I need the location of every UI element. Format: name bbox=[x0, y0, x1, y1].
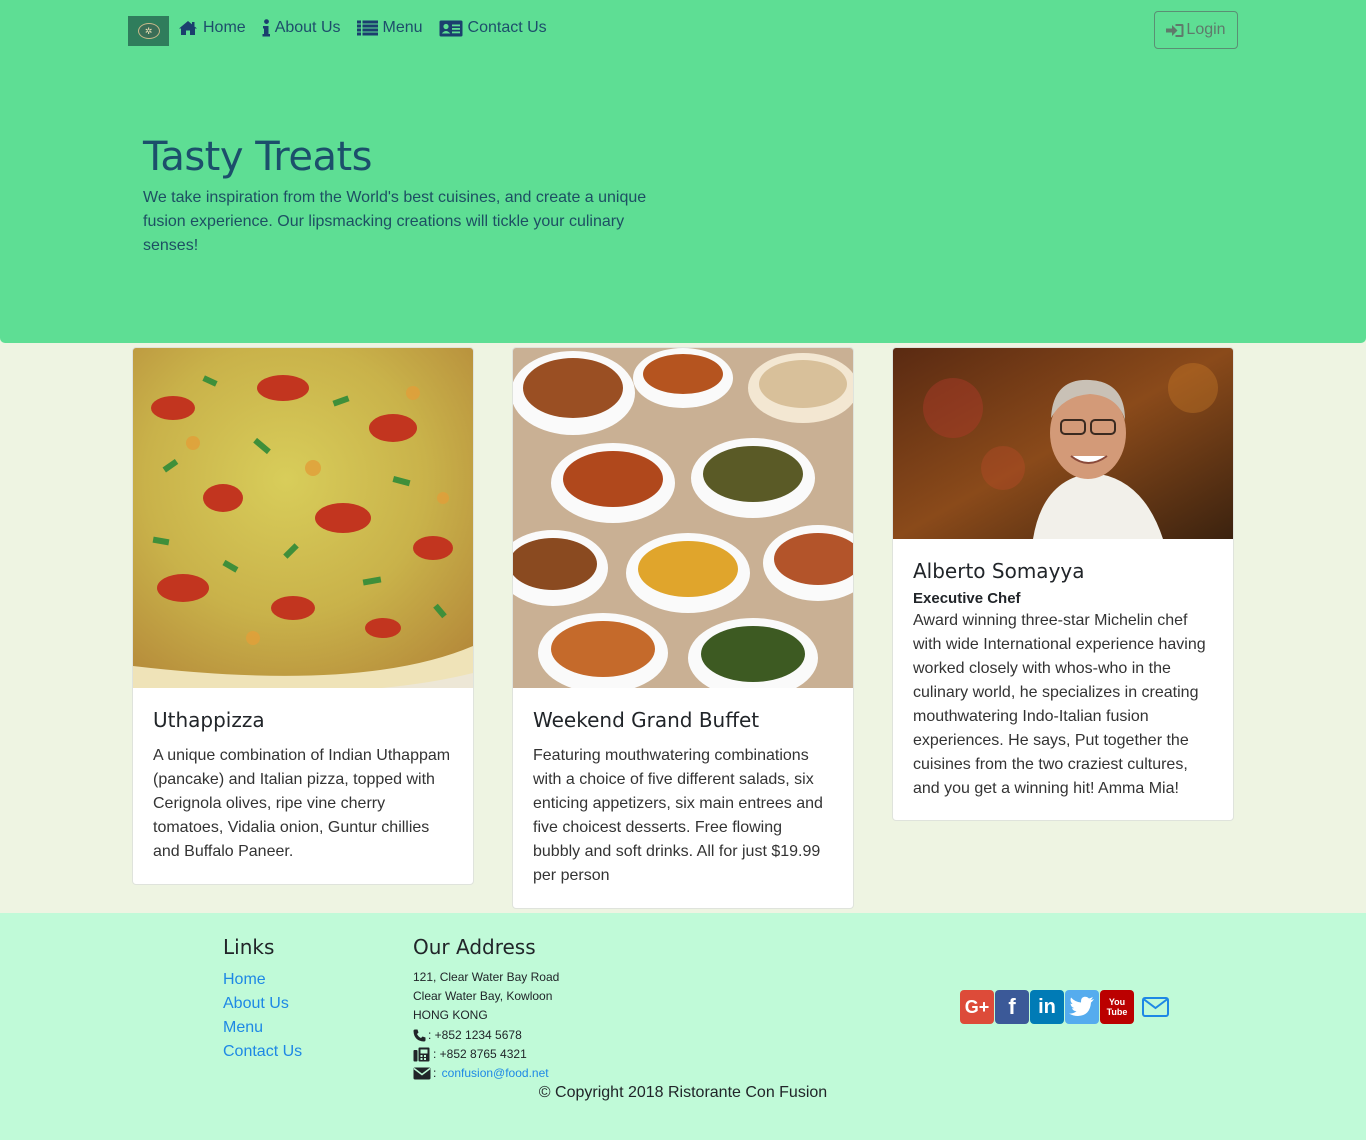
nav-item-label: Contact Us bbox=[467, 19, 547, 36]
fax-row: : +852 8765 4321 bbox=[413, 1045, 559, 1064]
buffet-photo bbox=[513, 348, 853, 688]
address-line: 121, Clear Water Bay Road bbox=[413, 970, 560, 984]
social-links: G+ f in You Tube bbox=[960, 990, 1175, 1024]
footer-address: Our Address 121, Clear Water Bay Road Cl… bbox=[413, 935, 559, 1083]
dish-card-uthappizza: Uthappizza A unique combination of India… bbox=[132, 347, 474, 885]
google-plus-icon[interactable]: G+ bbox=[960, 990, 994, 1024]
card-description: Award winning three-star Michelin chef w… bbox=[913, 612, 1206, 797]
card-description: A unique combination of Indian Uthappam … bbox=[153, 747, 451, 860]
chef-photo bbox=[893, 348, 1233, 539]
navbar: ✲ Home About Us Menu Contact Us Login bbox=[0, 0, 1366, 60]
address-heading: Our Address bbox=[413, 935, 536, 959]
phone-icon bbox=[413, 1029, 426, 1042]
twitter-icon[interactable] bbox=[1065, 990, 1099, 1024]
card-body: Uthappizza A unique combination of India… bbox=[133, 688, 473, 884]
envelope-icon bbox=[413, 1067, 431, 1080]
nav-item-contact-us[interactable]: Contact Us bbox=[439, 19, 547, 37]
card-title: Uthappizza bbox=[153, 708, 265, 732]
login-button[interactable]: Login bbox=[1154, 11, 1238, 49]
email-link[interactable]: confusion@food.net bbox=[442, 1064, 549, 1083]
mail-icon[interactable] bbox=[1135, 990, 1175, 1024]
card-description: Featuring mouthwatering combinations wit… bbox=[533, 747, 823, 884]
footer-link-about-us[interactable]: About Us bbox=[223, 992, 302, 1016]
footer-links: Links Home About Us Menu Contact Us bbox=[223, 935, 302, 1064]
chef-card: Alberto Somayya Executive Chef Award win… bbox=[892, 347, 1234, 821]
dish-card-buffet: Weekend Grand Buffet Featuring mouthwate… bbox=[512, 347, 854, 909]
sign-in-icon bbox=[1166, 23, 1184, 38]
list-icon bbox=[356, 20, 378, 36]
nav-item-label: Menu bbox=[382, 19, 423, 36]
youtube-icon[interactable]: You Tube bbox=[1100, 990, 1134, 1024]
uthappizza-photo bbox=[133, 348, 473, 688]
home-icon bbox=[178, 20, 198, 36]
address-line: Clear Water Bay, Kowloon bbox=[413, 989, 553, 1004]
address-card-icon bbox=[439, 20, 463, 37]
facebook-icon[interactable]: f bbox=[995, 990, 1029, 1024]
login-label: Login bbox=[1186, 21, 1226, 38]
address-block: 121, Clear Water Bay Road Clear Water Ba… bbox=[413, 968, 559, 1083]
restaurant-logo[interactable]: ✲ bbox=[128, 16, 169, 46]
card-body: Weekend Grand Buffet Featuring mouthwate… bbox=[513, 688, 853, 908]
nav-item-label: Home bbox=[203, 19, 246, 36]
email-row: : confusion@food.net bbox=[413, 1064, 559, 1083]
footer-link-contact-us[interactable]: Contact Us bbox=[223, 1040, 302, 1064]
intro-text: We take inspiration from the World's bes… bbox=[143, 189, 647, 254]
links-heading: Links bbox=[223, 935, 275, 959]
card-title: Weekend Grand Buffet bbox=[533, 708, 760, 732]
page-title: Tasty Treats bbox=[143, 134, 373, 180]
logo-emblem-icon: ✲ bbox=[137, 23, 160, 39]
nav-item-home[interactable]: Home bbox=[178, 19, 246, 37]
card-body: Alberto Somayya Executive Chef Award win… bbox=[893, 539, 1233, 820]
fax-icon bbox=[413, 1047, 431, 1062]
phone-number: : +852 1234 5678 bbox=[428, 1027, 522, 1042]
card-title: Alberto Somayya bbox=[913, 559, 1085, 583]
footer-link-menu[interactable]: Menu bbox=[223, 1016, 302, 1040]
nav-menu: Home About Us Menu Contact Us bbox=[178, 19, 547, 37]
nav-item-label: About Us bbox=[274, 19, 341, 36]
card-subtitle: Executive Chef bbox=[913, 590, 1021, 607]
footer: Links Home About Us Menu Contact Us Our … bbox=[0, 913, 1366, 1140]
nav-item-menu[interactable]: Menu bbox=[356, 19, 423, 37]
jumbotron: Tasty Treats We take inspiration from th… bbox=[0, 60, 1366, 343]
linkedin-icon[interactable]: in bbox=[1030, 990, 1064, 1024]
nav-item-about-us[interactable]: About Us bbox=[262, 19, 341, 37]
fax-number: : +852 8765 4321 bbox=[433, 1046, 527, 1061]
footer-link-home[interactable]: Home bbox=[223, 968, 302, 992]
copyright-text: © Copyright 2018 Ristorante Con Fusion bbox=[538, 1084, 828, 1101]
phone-row: : +852 1234 5678 bbox=[413, 1026, 559, 1045]
footer-link-list: Home About Us Menu Contact Us bbox=[223, 968, 302, 1064]
address-line: HONG KONG bbox=[413, 1008, 488, 1023]
info-icon bbox=[262, 19, 270, 37]
